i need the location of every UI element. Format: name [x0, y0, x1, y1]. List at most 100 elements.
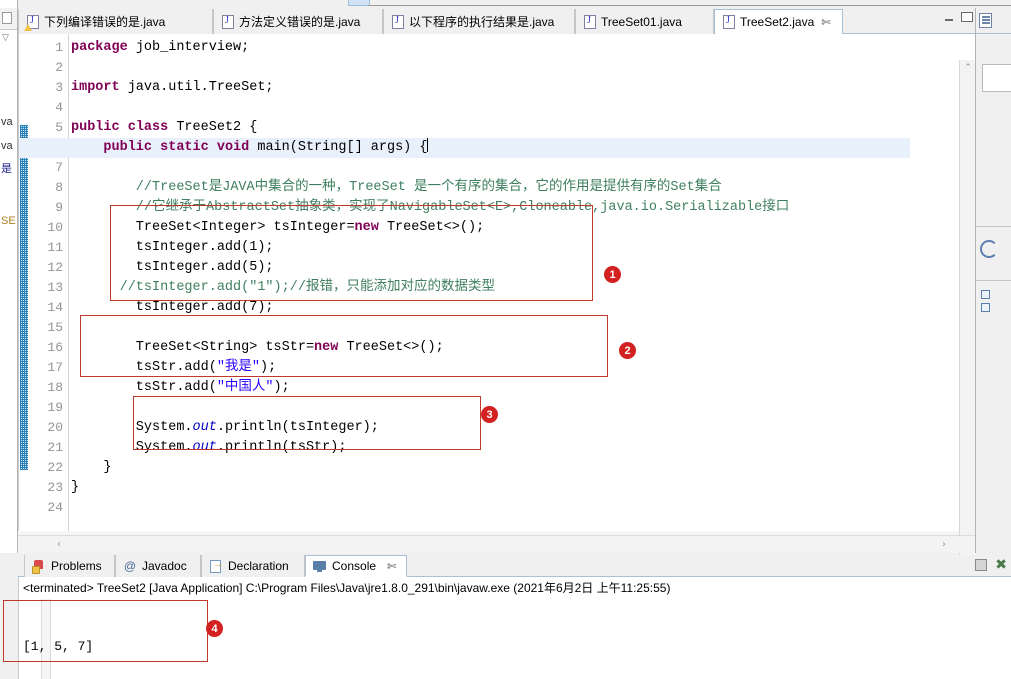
editor-tab-3[interactable]: TreeSet01.java: [575, 9, 714, 34]
editor-tab-label: 以下程序的执行结果是.java: [409, 14, 555, 29]
minimize-icon[interactable]: [975, 559, 988, 571]
code-token: );: [273, 380, 290, 395]
editor-tab-2[interactable]: 以下程序的执行结果是.java: [383, 9, 575, 34]
line-number: 15: [47, 320, 63, 335]
scroll-left-icon[interactable]: ‹: [50, 536, 68, 553]
code-token: tsStr.add(: [71, 380, 217, 395]
checkbox-icon[interactable]: [981, 303, 990, 312]
line-number: 5: [55, 120, 63, 135]
code-token: class: [127, 120, 169, 135]
line-number: 24: [47, 500, 63, 515]
code-line-21: System.out.println(tsStr);: [71, 438, 959, 458]
source-code-text[interactable]: package job_interview; import java.util.…: [19, 38, 959, 531]
editor-window-controls: [944, 12, 973, 22]
editor-tab-0[interactable]: 下列编译错误的是.java: [18, 9, 213, 34]
right-stub-field[interactable]: [982, 64, 1011, 92]
chevron-down-icon[interactable]: ▽: [2, 32, 9, 43]
editor-tab-1[interactable]: 方法定义错误的是.java: [213, 9, 383, 34]
code-token: );: [260, 360, 277, 375]
refresh-icon[interactable]: [980, 240, 998, 258]
editor-horizontal-scrollbar[interactable]: ‹ ›: [18, 535, 975, 553]
line-number: 22: [47, 460, 63, 475]
line-number: 3: [55, 80, 63, 95]
code-token: //它继承于AbstractSet抽象类，实现了NavigableSet<E>,…: [71, 200, 790, 215]
code-line-18: tsStr.add("中国人");: [71, 378, 959, 398]
line-number: 14: [47, 300, 63, 315]
code-line-17: tsStr.add("我是");: [71, 358, 959, 378]
code-line-20: System.out.println(tsInteger);: [71, 418, 959, 438]
left-stub-icon: [2, 12, 12, 24]
code-token: public: [71, 120, 120, 135]
tab-declaration[interactable]: Declaration: [201, 555, 305, 577]
java-file-icon: [392, 14, 404, 29]
tab-console[interactable]: Console ✄: [305, 555, 407, 577]
scroll-right-icon[interactable]: ›: [935, 536, 953, 553]
java-file-icon: [24, 14, 39, 31]
editor-vertical-scrollbar[interactable]: ⌃ ⌄: [959, 60, 975, 557]
code-line-9: //它继承于AbstractSet抽象类，实现了NavigableSet<E>,…: [71, 198, 959, 218]
tab-javadoc[interactable]: @ Javadoc: [115, 555, 201, 577]
code-canvas[interactable]: 1 2 3 4 5 6 7 8 9 10 11 12 13 14 15 16 1…: [18, 34, 975, 557]
scroll-up-icon[interactable]: ⌃: [960, 60, 976, 76]
line-number: 4: [55, 100, 63, 115]
code-line-1: package job_interview;: [71, 38, 959, 58]
code-token: package: [71, 40, 128, 55]
code-line-3: import java.util.TreeSet;: [71, 78, 959, 98]
divider: [976, 226, 1011, 227]
maximize-icon[interactable]: [961, 12, 973, 22]
code-token: public: [103, 140, 153, 155]
line-number: 12: [47, 260, 63, 275]
code-token: TreeSet<>();: [338, 340, 444, 355]
console-output-line: [1, 5, 7]: [23, 639, 94, 654]
code-line-13: //tsInteger.add("1");//报错，只能添加对应的数据类型: [71, 278, 959, 298]
bottom-panel: Problems @ Javadoc Declaration Console ✄: [0, 555, 1011, 679]
code-line-8: //TreeSet是JAVA中集合的一种，TreeSet 是一个有序的集合，它的…: [71, 178, 959, 198]
line-number: 2: [55, 60, 63, 75]
code-token: TreeSet<Integer> tsInteger=: [71, 220, 355, 235]
editor-area: 下列编译错误的是.java 方法定义错误的是.java 以下程序的执行结果是.j…: [18, 8, 975, 557]
tab-problems[interactable]: Problems: [24, 555, 115, 577]
console-view: Problems @ Javadoc Declaration Console ✄: [18, 555, 1011, 679]
console-process-header: <terminated> TreeSet2 [Java Application]…: [23, 581, 671, 595]
code-token: main(String[] args) {: [249, 140, 428, 155]
line-number: 11: [47, 240, 63, 255]
code-line-14: tsInteger.add(7);: [71, 298, 959, 318]
code-line-10: TreeSet<Integer> tsInteger=new TreeSet<>…: [71, 218, 959, 238]
code-line-12: tsInteger.add(5);: [71, 258, 959, 278]
code-token: }: [71, 480, 80, 495]
warning-icon: [24, 23, 32, 31]
line-number: 7: [55, 160, 63, 175]
code-token: //tsInteger.add("1");//报错，只能添加对应的数据类型: [71, 280, 495, 295]
outline-icon: [979, 13, 992, 28]
code-line-5: public class TreeSet2 {: [71, 118, 959, 138]
close-view-icon[interactable]: ✖: [995, 558, 1007, 572]
right-stub-tab[interactable]: [976, 8, 1011, 34]
console-output-area[interactable]: <terminated> TreeSet2 [Java Application]…: [18, 577, 1011, 679]
close-icon[interactable]: ✄: [821, 16, 830, 29]
editor-tab-treeset2[interactable]: TreeSet2.java ✄: [714, 9, 843, 35]
close-icon[interactable]: ✄: [387, 560, 396, 573]
checkbox-icon[interactable]: [981, 290, 990, 299]
left-view-stub[interactable]: ▽ va va 是 SE: [0, 0, 18, 553]
left-stub-fragment: va: [1, 116, 13, 128]
code-token: static: [160, 140, 209, 155]
editor-tab-label: TreeSet2.java: [740, 15, 815, 29]
right-view-stub[interactable]: [975, 8, 1011, 553]
minimize-icon[interactable]: [944, 13, 955, 22]
code-token: tsInteger.add(1);: [71, 240, 274, 255]
left-stub-tab[interactable]: [0, 8, 17, 30]
declaration-icon: [209, 559, 223, 573]
text-caret: [427, 138, 429, 152]
code-token: .println(tsStr);: [216, 440, 347, 455]
java-file-icon: [723, 15, 735, 29]
folding-gutter[interactable]: [19, 34, 29, 531]
code-token: TreeSet<String> tsStr=: [71, 340, 315, 355]
left-stub-fragment: SE: [1, 215, 16, 227]
line-number-ruler: 1 2 3 4 5 6 7 8 9 10 11 12 13 14 15 16 1…: [29, 34, 76, 531]
